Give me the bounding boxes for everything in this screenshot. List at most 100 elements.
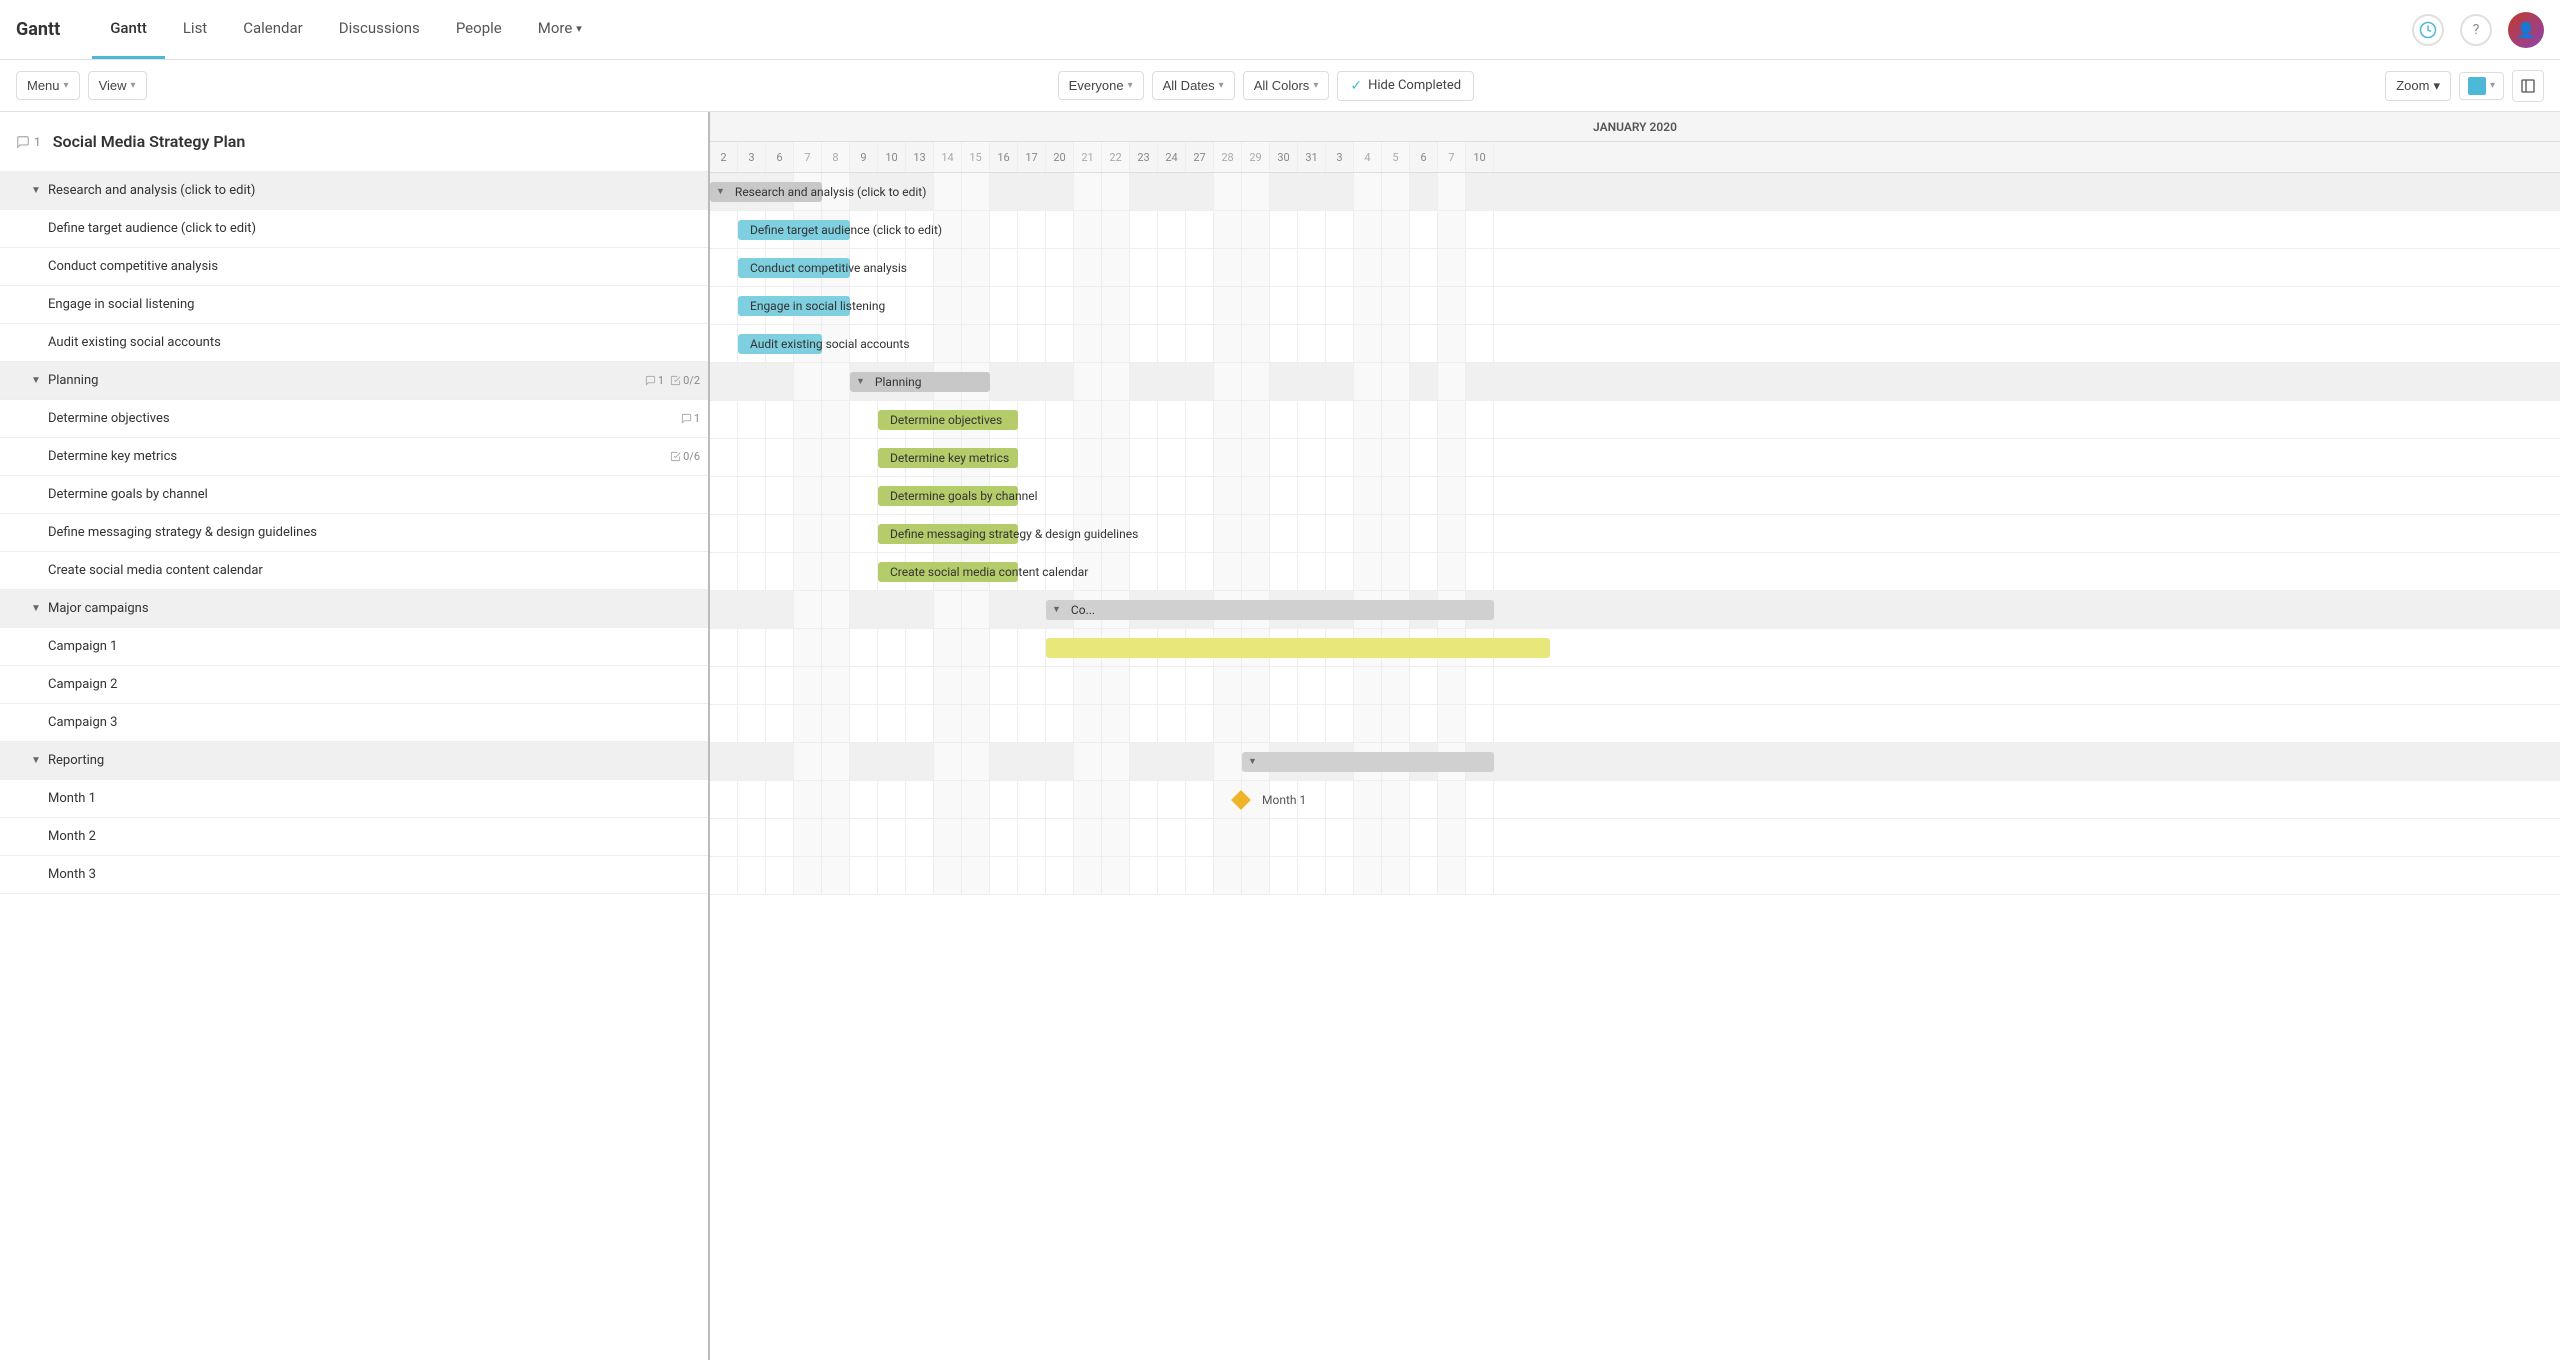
gantt-cell [850,667,878,704]
task-row[interactable]: ▼ Research and analysis (click to edit) [0,172,708,210]
gantt-bar-toggle[interactable]: ▼ [716,186,725,197]
task-name: Campaign 1 [48,639,708,654]
gantt-cell [1158,705,1186,742]
gantt-row[interactable]: Create social media content calendar [710,553,2560,591]
gantt-cell [1186,477,1214,514]
task-row[interactable]: Define messaging strategy & design guide… [0,514,708,552]
gantt-row[interactable]: ▼Research and analysis (click to edit) [710,173,2560,211]
gantt-row[interactable]: ▼Planning [710,363,2560,401]
toggle-icon[interactable]: ▼ [28,183,44,199]
help-icon[interactable]: ? [2460,14,2492,46]
zoom-button[interactable]: Zoom ▾ [2385,71,2451,101]
task-row[interactable]: ▼ Major campaigns [0,590,708,628]
gantt-row[interactable]: Determine key metrics [710,439,2560,477]
gantt-cell [1186,211,1214,248]
gantt-bar[interactable]: ▼Planning [850,372,990,392]
task-row[interactable]: Conduct competitive analysis [0,248,708,286]
gantt-cell [1046,705,1074,742]
gantt-row[interactable] [710,705,2560,743]
gantt-cell [1158,819,1186,856]
gantt-row[interactable] [710,857,2560,895]
gantt-cell [878,591,906,628]
gantt-bar[interactable]: Determine goals by channel [878,486,1018,506]
gantt-row[interactable]: Determine goals by channel [710,477,2560,515]
gantt-bar[interactable]: Determine key metrics [878,448,1018,468]
task-row[interactable]: Determine key metrics 0/6 [0,438,708,476]
gantt-bar[interactable]: Determine objectives [878,410,1018,430]
view-button[interactable]: View ▾ [88,71,147,100]
nav-tab-people[interactable]: People [438,0,520,59]
gantt-cell [1046,249,1074,286]
gantt-bar[interactable]: Audit existing social accounts [738,334,822,354]
all-colors-filter[interactable]: All Colors ▾ [1243,71,1330,100]
task-row[interactable]: Campaign 3 [0,704,708,742]
nav-tab-more[interactable]: More ▾ [520,0,600,59]
task-row[interactable]: Determine objectives 1 [0,400,708,438]
gantt-bar[interactable]: Conduct competitive analysis [738,258,850,278]
task-row[interactable]: Campaign 1 [0,628,708,666]
task-row[interactable]: Engage in social listening [0,286,708,324]
gantt-row[interactable] [710,629,2560,667]
task-row[interactable]: Month 2 [0,818,708,856]
gantt-cell [766,477,794,514]
gantt-cell [1046,667,1074,704]
gantt-bar[interactable] [1046,638,1550,658]
gantt-row[interactable]: Determine objectives [710,401,2560,439]
toggle-icon[interactable]: ▼ [28,373,44,389]
task-row[interactable]: Determine goals by channel [0,476,708,514]
nav-tab-calendar[interactable]: Calendar [225,0,321,59]
gantt-row[interactable]: Month 1 [710,781,2560,819]
task-row[interactable]: Define target audience (click to edit) [0,210,708,248]
task-row[interactable]: ▼ Planning 1 0/2 [0,362,708,400]
gantt-cell [1354,819,1382,856]
task-row[interactable]: Campaign 2 [0,666,708,704]
gantt-bar-label: Create social media content calendar [890,565,1088,579]
gantt-cell [1354,515,1382,552]
gantt-bar-toggle[interactable]: ▼ [1248,756,1257,767]
nav-tab-list[interactable]: List [165,0,225,59]
avatar[interactable]: 👤 [2508,12,2544,48]
gantt-cell [1382,553,1410,590]
task-row[interactable]: ▼ Reporting [0,742,708,780]
task-row[interactable]: Month 3 [0,856,708,894]
gantt-bar[interactable]: Create social media content calendar [878,562,1018,582]
menu-button[interactable]: Menu ▾ [16,71,80,100]
gantt-bar[interactable]: ▼Co... [1046,600,1494,620]
gantt-cell [1242,705,1270,742]
gantt-row[interactable]: Define messaging strategy & design guide… [710,515,2560,553]
clock-icon[interactable] [2412,14,2444,46]
expand-button[interactable] [2512,70,2544,102]
gantt-bar-toggle[interactable]: ▼ [856,376,865,387]
gantt-row[interactable]: ▼ [710,743,2560,781]
hide-completed-button[interactable]: ✓ Hide Completed [1337,71,1474,101]
gantt-bar-toggle[interactable]: ▼ [1052,604,1061,615]
gantt-bar[interactable]: Engage in social listening [738,296,850,316]
color-picker-button[interactable]: ▾ [2459,72,2504,100]
gantt-cell [710,287,738,324]
gantt-cell [766,705,794,742]
nav-tab-gantt[interactable]: Gantt [92,0,165,59]
gantt-row[interactable]: Conduct competitive analysis [710,249,2560,287]
gantt-bar[interactable]: ▼Research and analysis (click to edit) [710,182,822,202]
gantt-bar[interactable]: Define target audience (click to edit) [738,220,850,240]
app-logo[interactable]: Gantt [16,19,60,40]
gantt-row[interactable]: Audit existing social accounts [710,325,2560,363]
gantt-bar[interactable]: Define messaging strategy & design guide… [878,524,1018,544]
gantt-row[interactable] [710,819,2560,857]
task-row[interactable]: Month 1 [0,780,708,818]
gantt-cell [1270,705,1298,742]
everyone-filter[interactable]: Everyone ▾ [1058,71,1144,100]
task-row[interactable]: Create social media content calendar [0,552,708,590]
day-header: 10 [1466,142,1494,172]
gantt-bar[interactable]: ▼ [1242,752,1494,772]
task-row[interactable]: Audit existing social accounts [0,324,708,362]
all-dates-filter[interactable]: All Dates ▾ [1152,71,1235,100]
nav-tab-discussions[interactable]: Discussions [321,0,438,59]
toggle-icon[interactable]: ▼ [28,753,44,769]
toggle-icon[interactable]: ▼ [28,601,44,617]
gantt-row[interactable]: ▼Co... [710,591,2560,629]
gantt-cell [1130,325,1158,362]
gantt-row[interactable]: Engage in social listening [710,287,2560,325]
gantt-row[interactable] [710,667,2560,705]
gantt-row[interactable]: Define target audience (click to edit) [710,211,2560,249]
